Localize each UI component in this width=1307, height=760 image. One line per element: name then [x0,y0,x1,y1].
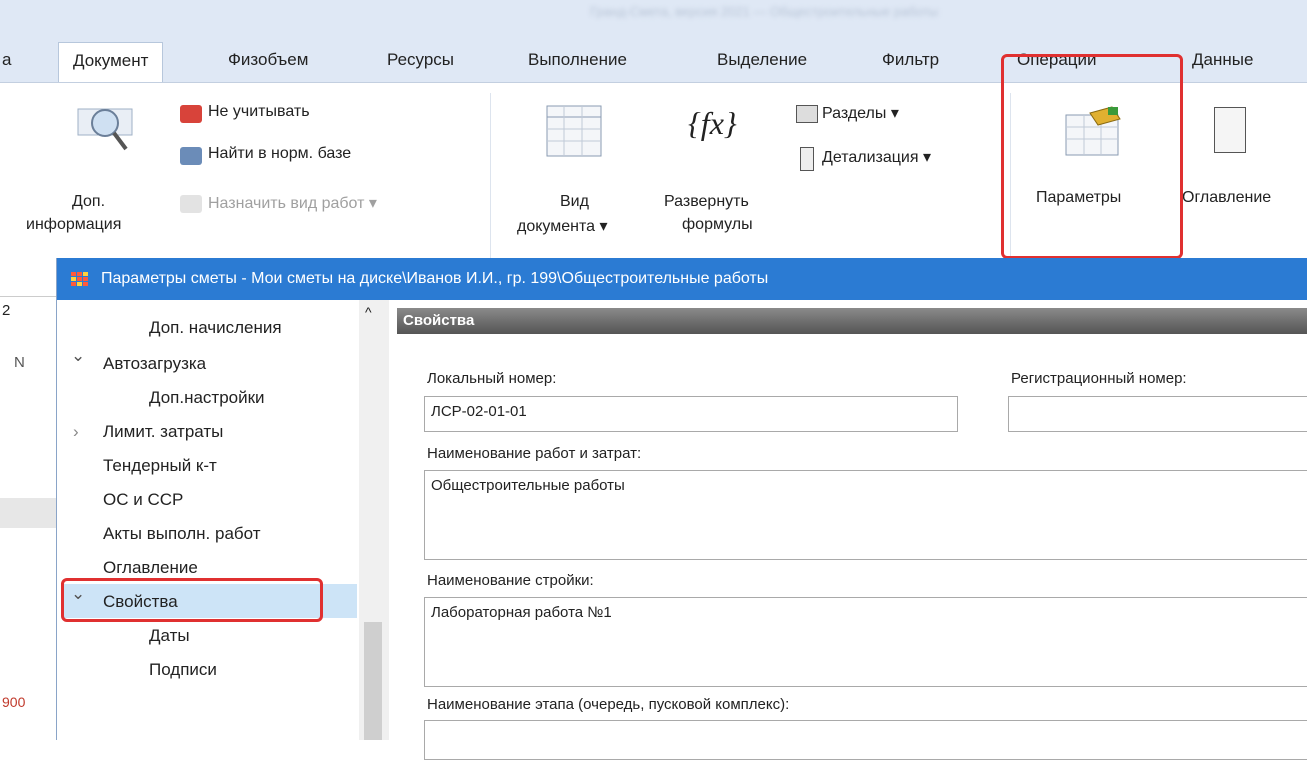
properties-panel: Свойства Локальный номер: ЛСР-02-01-01 Р… [397,300,1307,760]
dop-info-button[interactable] [70,105,140,165]
scroll-up-icon[interactable]: ^ [365,304,372,320]
stage-field[interactable] [424,720,1307,760]
magnifier-icon [77,108,133,151]
reg-number-label: Регистрационный номер: [1011,370,1187,387]
red-number: 900 [2,694,26,710]
view-label-2[interactable]: документа ▾ [517,216,608,236]
formula-icon: {fx} [688,105,737,141]
app-title-bar: Гранд-Смета, версия 2021 — Общестроитель… [0,0,1307,36]
settings-tree: ^ Доп. начисления ⌄ Автозагрузка Доп.нас… [57,300,397,740]
properties-header-title: Свойства [403,312,475,329]
properties-header: Свойства [397,308,1307,334]
tree-item-os-i-ssr[interactable]: ОС и ССР [103,490,183,510]
highlight-parameters [1001,54,1183,259]
background-window-edge: 2 N 900 [0,258,56,740]
tab-filter[interactable]: Фильтр [882,50,939,70]
tab-selection[interactable]: Выделение [717,50,807,70]
dialog-title: Параметры сметы - Мои сметы на диске\Ива… [101,270,769,287]
tree-item-daty[interactable]: Даты [149,626,190,646]
expand-formulas-label-2[interactable]: формулы [682,216,753,234]
sections-button[interactable]: Разделы ▾ [822,103,899,123]
tree-item-akty[interactable]: Акты выполн. работ [103,524,261,544]
tree-scrollbar-thumb[interactable] [364,622,382,740]
app-title: Гранд-Смета, версия 2021 — Общестроитель… [590,4,939,19]
exclude-icon [180,105,202,123]
view-label-1[interactable]: Вид [560,193,589,211]
dop-info-label-1: Доп. [72,193,106,210]
tab-fizobem[interactable]: Физобъем [228,50,308,70]
assign-work-button[interactable]: Назначить вид работ ▾ [208,193,377,213]
tab-partial[interactable]: а [2,50,11,70]
chevron-down-icon[interactable]: ⌄ [71,346,85,366]
tree-item-dop-nastroyki[interactable]: Доп.настройки [149,388,265,408]
contents-icon [1214,107,1246,153]
grey-row [0,498,56,528]
tree-item-podpisi[interactable]: Подписи [149,660,217,680]
tree-item-limit-zatraty[interactable]: Лимит. затраты [103,422,223,442]
local-number-label: Локальный номер: [427,370,557,387]
chevron-right-icon[interactable]: › [73,422,79,442]
construction-label: Наименование стройки: [427,572,594,589]
ribbon-separator [490,93,491,258]
work-name-field[interactable]: Общестроительные работы [424,470,1307,560]
row-number: 2 [2,302,11,319]
dop-info-label-2: информация [26,216,122,233]
tree-item-tendernyy-kt[interactable]: Тендерный к-т [103,456,217,476]
detail-icon [800,147,814,171]
tree-item-avtozagruzka[interactable]: Автозагрузка [103,354,206,374]
sections-icon [796,105,818,123]
expand-formulas-label-1[interactable]: Развернуть [664,193,749,211]
tree-item-dop-nachisleniya[interactable]: Доп. начисления [149,318,282,338]
assign-work-icon [180,195,202,213]
work-name-label: Наименование работ и затрат: [427,445,642,462]
find-in-base-button[interactable]: Найти в норм. базе [208,145,351,163]
app-grid-icon [71,272,89,286]
highlight-svoystva [61,578,323,622]
binoculars-icon [180,147,202,165]
tab-resources[interactable]: Ресурсы [387,50,454,70]
reg-number-field[interactable] [1008,396,1307,432]
local-number-field[interactable]: ЛСР-02-01-01 [424,396,958,432]
contents-button[interactable]: Оглавление [1182,189,1271,207]
not-count-button[interactable]: Не учитывать [208,103,310,121]
divider [0,296,56,297]
dialog-title-bar: Параметры сметы - Мои сметы на диске\Ива… [57,258,1307,300]
tree-item-oglavlenie[interactable]: Оглавление [103,558,198,578]
table-view-icon [546,105,602,157]
stage-label: Наименование этапа (очередь, пусковой ко… [427,696,790,713]
construction-field[interactable]: Лабораторная работа №1 [424,597,1307,687]
doc-icon-label: N [14,354,25,371]
parameters-dialog: Параметры сметы - Мои сметы на диске\Ива… [56,258,1307,760]
tab-document[interactable]: Документ [58,42,164,82]
tab-data[interactable]: Данные [1192,50,1253,70]
tab-execution[interactable]: Выполнение [528,50,627,70]
detail-button[interactable]: Детализация ▾ [822,147,931,167]
